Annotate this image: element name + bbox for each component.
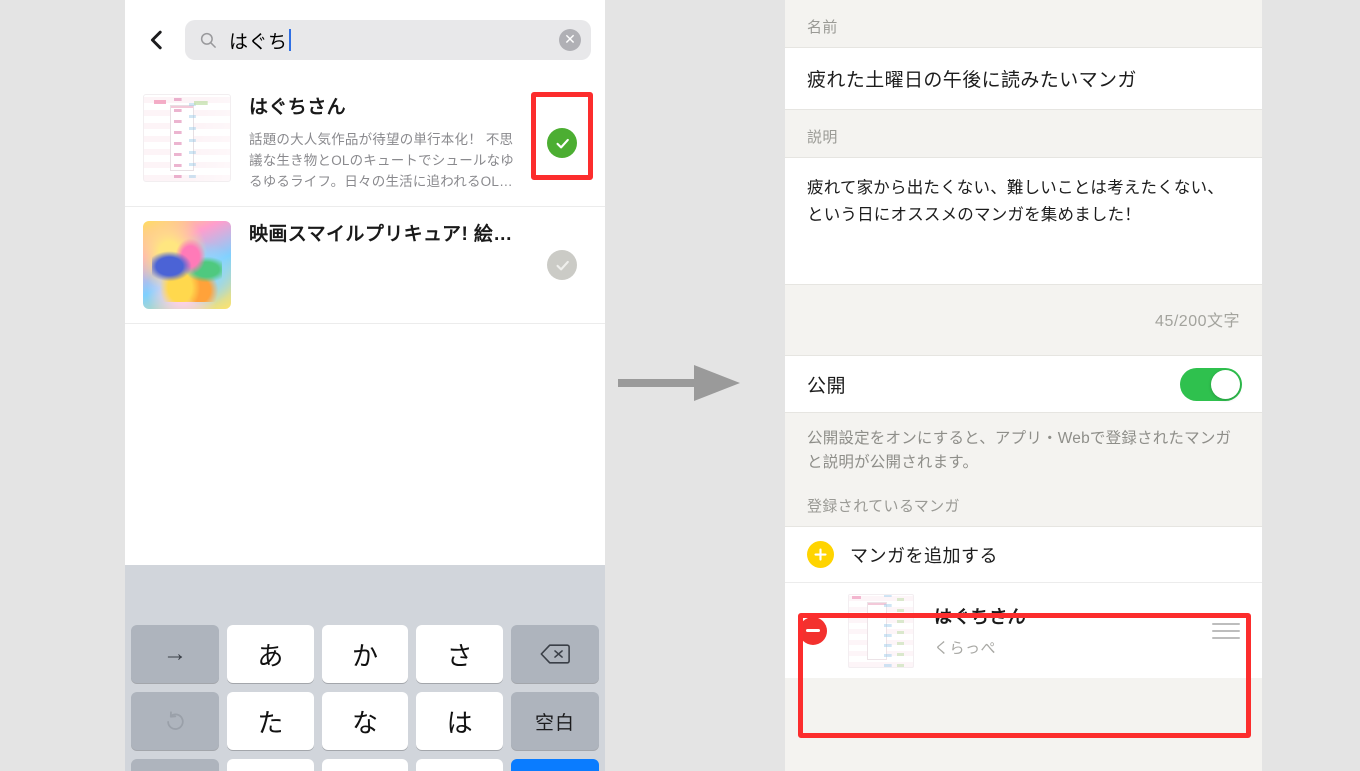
key-ka[interactable]: か	[321, 625, 409, 683]
screenshot-stage: はぐち ✕ はぐちさん 話題の大人気作品が待望の単行本化！ 不思議な生き物とOL…	[0, 0, 1360, 771]
keyboard-row-partial	[125, 759, 605, 771]
space-key-label: 空白	[535, 712, 576, 734]
left-phone-screen: はぐち ✕ はぐちさん 話題の大人気作品が待望の単行本化！ 不思議な生き物とOL…	[125, 0, 605, 771]
flow-arrow	[618, 362, 746, 404]
result-unselected-check-icon[interactable]	[547, 250, 577, 281]
key-a[interactable]: あ	[227, 625, 314, 683]
space-key[interactable]: 空白	[511, 692, 600, 750]
keyboard-row: た な は 空白	[125, 692, 605, 750]
key-na-label: な	[352, 707, 379, 738]
public-toggle-row: 公開	[785, 355, 1262, 413]
result-title: 映画スマイルプリキュア! 絵…	[249, 224, 513, 246]
search-input-value: はぐち	[229, 31, 288, 53]
search-result-row[interactable]: はぐちさん 話題の大人気作品が待望の単行本化！ 不思議な生き物とOLのキュートで…	[125, 80, 605, 208]
key-sa[interactable]: さ	[416, 625, 504, 683]
key-ta-label: た	[257, 707, 284, 738]
cursor-right-key-label: →	[163, 640, 187, 667]
keyboard-key-partial[interactable]	[416, 759, 504, 771]
registered-manga-title: はぐちさん	[934, 607, 1026, 628]
description-textarea[interactable]: 疲れて家から出たくない、難しいことは考えたくない、という日にオススメのマンガを集…	[785, 157, 1262, 285]
key-sa-label: さ	[446, 640, 473, 671]
add-manga-label: マンガを追加する	[850, 545, 998, 566]
result-selected-check-icon[interactable]	[547, 128, 577, 159]
key-ka-label: か	[352, 640, 379, 671]
back-chevron-icon[interactable]	[135, 18, 179, 62]
name-section-header: 名前	[785, 0, 1262, 47]
keyboard-key-partial[interactable]	[227, 759, 314, 771]
keyboard-row: → あ か さ	[125, 625, 605, 683]
registered-manga-author: くらっぺ	[934, 640, 997, 658]
undo-key[interactable]	[131, 692, 219, 750]
name-input[interactable]: 疲れた土曜日の午後に読みたいマンガ	[785, 47, 1262, 110]
key-ha-label: は	[446, 707, 473, 738]
keyboard-key-partial[interactable]	[131, 759, 219, 771]
registered-manga-text: はぐちさん くらっぺ	[934, 603, 1212, 658]
key-na[interactable]: な	[321, 692, 409, 750]
public-toggle-label: 公開	[807, 375, 847, 397]
search-icon	[200, 32, 216, 48]
backspace-icon	[540, 644, 570, 664]
result-text-block: 映画スマイルプリキュア! 絵…	[231, 221, 535, 248]
keyboard-candidate-bar	[125, 565, 605, 625]
description-section-header: 説明	[785, 110, 1262, 157]
result-text-block: はぐちさん 話題の大人気作品が待望の単行本化！ 不思議な生き物とOLのキュートで…	[231, 94, 535, 192]
list-bottom-spacer	[785, 678, 1262, 713]
search-input[interactable]: はぐち ✕	[185, 20, 591, 60]
add-manga-button[interactable]: マンガを追加する	[785, 526, 1262, 583]
character-counter: 45/200文字	[785, 285, 1262, 355]
enter-key[interactable]	[511, 759, 600, 771]
registered-manga-cover	[848, 593, 914, 668]
result-check-slot	[535, 250, 589, 281]
key-a-label: あ	[257, 640, 284, 671]
search-header: はぐち ✕	[125, 0, 605, 80]
result-description: 話題の大人気作品が待望の単行本化！ 不思議な生き物とOLのキュートでシュールなゆ…	[249, 131, 515, 189]
key-ta[interactable]: た	[227, 692, 314, 750]
clear-search-icon[interactable]: ✕	[559, 29, 581, 51]
result-check-slot	[535, 128, 589, 159]
keyboard-key-partial[interactable]	[321, 759, 409, 771]
result-cover-image	[143, 94, 231, 182]
cursor-right-key[interactable]: →	[131, 625, 219, 683]
result-title: はぐちさん	[249, 97, 347, 118]
drag-handle-icon[interactable]	[1212, 622, 1240, 639]
search-results-list: はぐちさん 話題の大人気作品が待望の単行本化！ 不思議な生き物とOLのキュートで…	[125, 80, 605, 325]
backspace-key[interactable]	[511, 625, 600, 683]
right-phone-screen: 名前 疲れた土曜日の午後に読みたいマンガ 説明 疲れて家から出たくない、難しいこ…	[785, 0, 1262, 771]
undo-icon	[167, 711, 184, 730]
registered-section-header: 登録されているマンガ	[785, 481, 1262, 527]
minus-circle-icon[interactable]	[799, 616, 827, 645]
result-cover-image	[143, 221, 231, 310]
registered-manga-row[interactable]: はぐちさん くらっぺ	[785, 582, 1262, 679]
plus-circle-icon	[807, 541, 834, 569]
public-toggle-note: 公開設定をオンにすると、アプリ・Webで登録されたマンガと説明が公開されます。	[785, 413, 1262, 482]
toggle-knob	[1211, 369, 1240, 399]
public-toggle-switch[interactable]	[1180, 367, 1242, 401]
software-keyboard: → あ か さ た な は 空白	[125, 565, 605, 771]
key-ha[interactable]: は	[416, 692, 504, 750]
search-result-row[interactable]: 映画スマイルプリキュア! 絵…	[125, 207, 605, 325]
text-caret	[288, 29, 291, 51]
